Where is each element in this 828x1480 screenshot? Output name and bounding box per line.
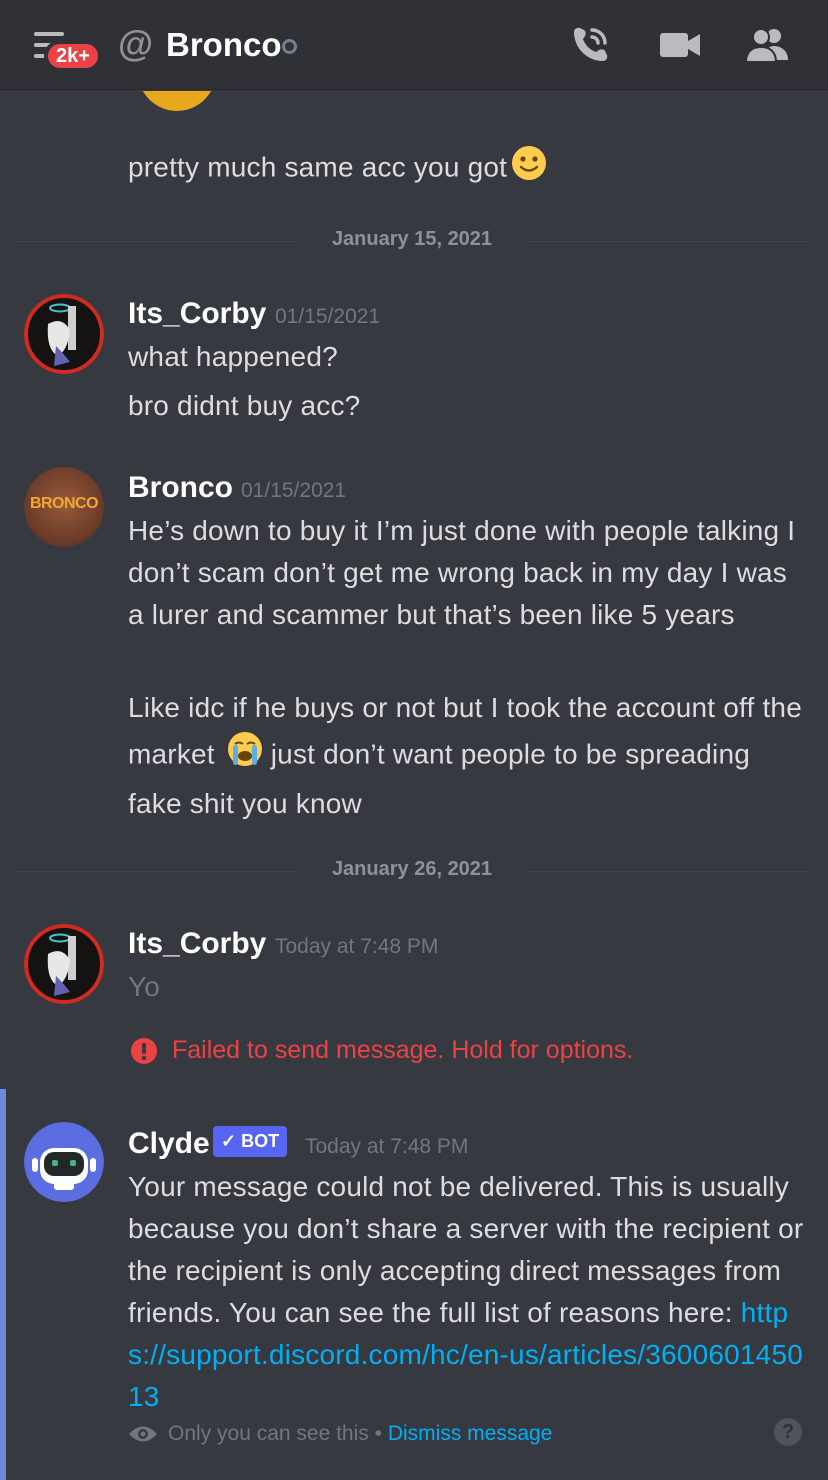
message-text: just don’t want people to be spreading f…: [128, 738, 751, 819]
date-divider: January 15, 2021: [16, 226, 808, 256]
loudly-crying-emoji: [227, 731, 263, 781]
message-timestamp: 01/15/2021: [241, 479, 347, 502]
date-divider-label: January 15, 2021: [331, 228, 493, 250]
message-author[interactable]: Its_Corby: [128, 924, 266, 964]
video-camera-icon[interactable]: [656, 24, 702, 66]
message-list[interactable]: pretty much same acc you got January 15,…: [0, 91, 828, 1480]
avatar[interactable]: [24, 1122, 104, 1202]
avatar[interactable]: [24, 924, 104, 1004]
send-failed-text: Failed to send message. Hold for options…: [172, 1036, 634, 1064]
phone-call-icon[interactable]: [568, 24, 614, 66]
message-timestamp: Today at 7:48 PM: [305, 1135, 469, 1158]
message-content: Your message could not be delivered. Thi…: [128, 1166, 808, 1418]
message-author[interactable]: Clyde: [128, 1124, 210, 1164]
avatar[interactable]: BRONCO: [24, 467, 104, 547]
channel-header: 2k+ @ Bronco: [0, 0, 828, 90]
help-icon[interactable]: ?: [774, 1418, 802, 1446]
avatar-logo-text: BRONCO: [29, 495, 99, 512]
message-text: bro didnt buy acc?: [128, 390, 361, 421]
message-text: He’s down to buy it I’m just done with p…: [128, 515, 796, 630]
message-timestamp: 01/15/2021: [275, 305, 381, 328]
message-text: pretty much same acc you got: [128, 151, 508, 183]
message-content: pretty much same acc you got: [128, 145, 808, 193]
message-text-unsent[interactable]: Yo: [128, 966, 808, 1008]
avatar[interactable]: [138, 91, 216, 111]
ephemeral-indicator-bar: [0, 1089, 6, 1480]
message-text: what happened?: [128, 341, 338, 372]
bot-tag: ✓ BOT: [213, 1126, 288, 1157]
date-divider: January 26, 2021: [16, 856, 808, 886]
channel-title[interactable]: Bronco: [166, 24, 282, 66]
eye-icon: [129, 1426, 157, 1442]
separator-dot: •: [374, 1422, 382, 1445]
at-icon: @: [118, 23, 154, 64]
members-icon[interactable]: [744, 24, 790, 66]
message-content: Like idc if he buys or not but I took th…: [128, 685, 808, 827]
slightly-smiling-emoji: [511, 145, 547, 193]
message-author[interactable]: Its_Corby: [128, 294, 266, 334]
notification-badge: 2k+: [44, 40, 102, 72]
avatar[interactable]: [24, 294, 104, 374]
message-timestamp: Today at 7:48 PM: [275, 935, 439, 958]
dismiss-message-link[interactable]: Dismiss message: [388, 1422, 553, 1445]
status-offline-icon: [282, 39, 297, 54]
message-text: Your message could not be delivered. Thi…: [128, 1171, 804, 1328]
ephemeral-note: Only you can see this • Dismiss message: [128, 1417, 808, 1451]
alert-circle-icon: [131, 1038, 157, 1064]
ephemeral-note-text: Only you can see this: [168, 1422, 369, 1445]
date-divider-label: January 26, 2021: [331, 858, 493, 880]
message-author[interactable]: Bronco: [128, 468, 233, 508]
